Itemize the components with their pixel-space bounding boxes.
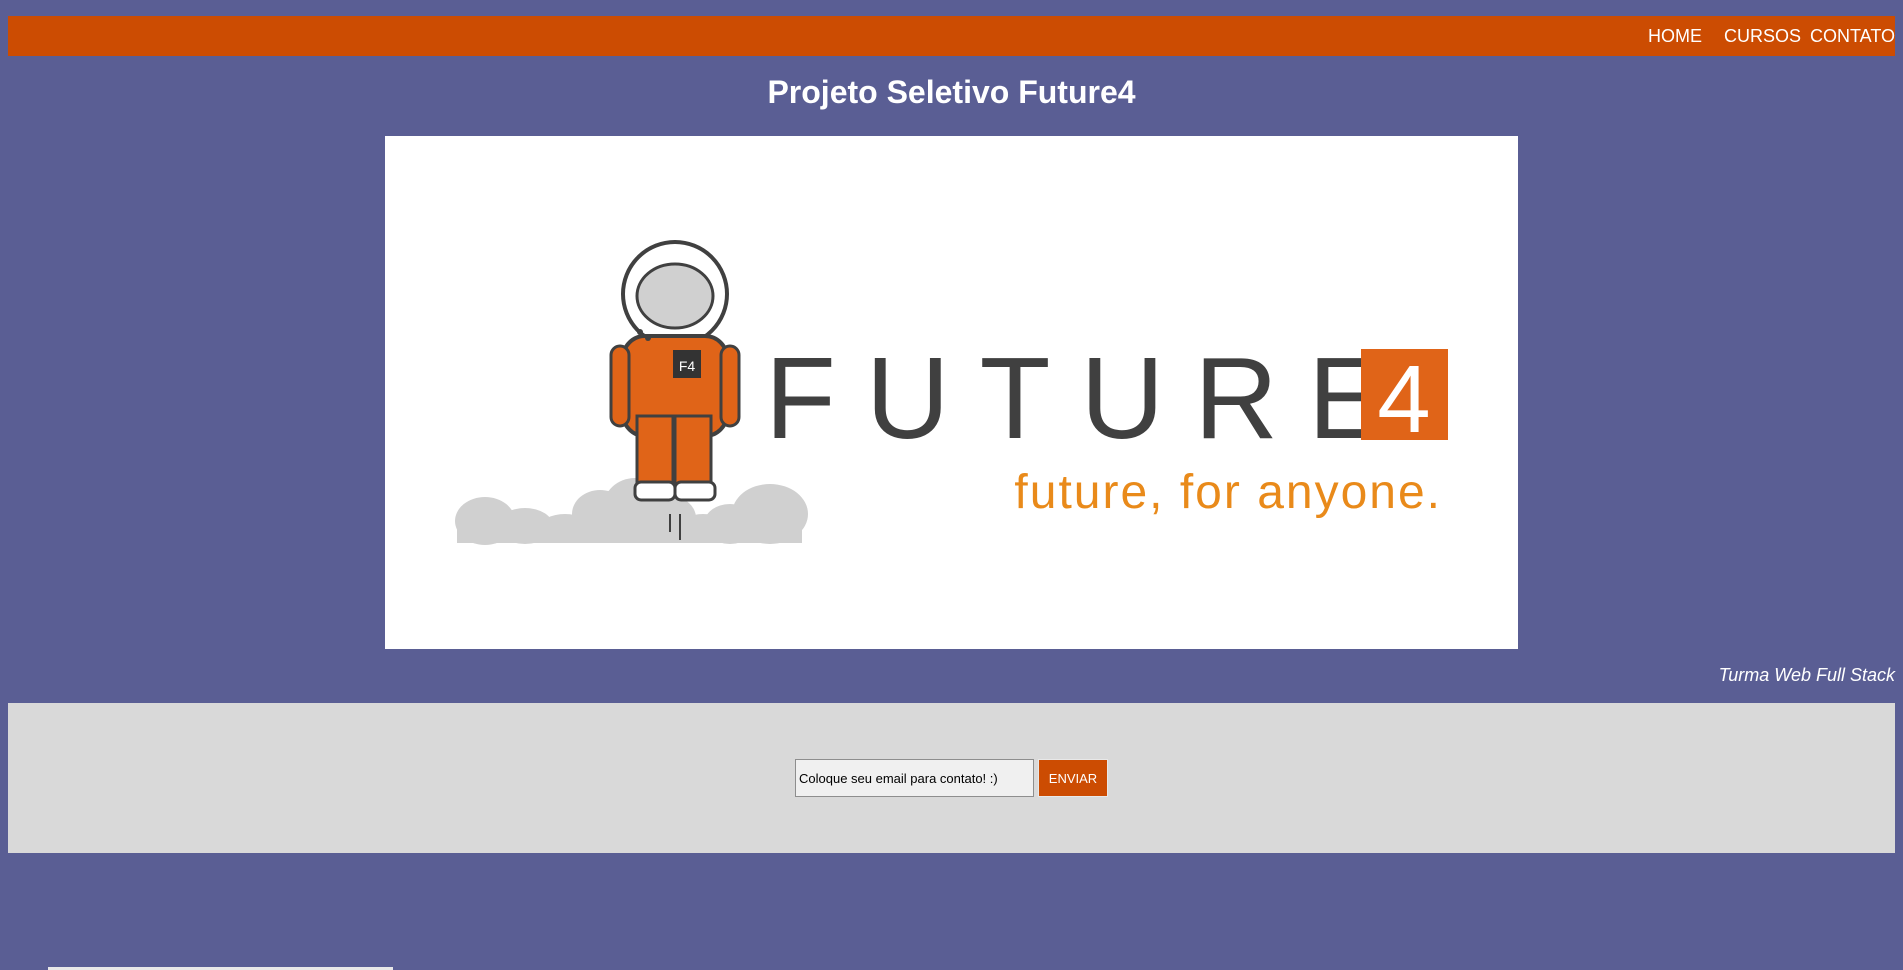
hero-logo-image: F4 FUTURE 4 future, for anyone.	[385, 136, 1518, 649]
nav-courses-link[interactable]: CURSOS	[1724, 16, 1801, 56]
top-navigation: HOME CURSOS CONTATO	[8, 16, 1895, 56]
send-button[interactable]: ENVIAR	[1038, 759, 1108, 797]
class-caption: Turma Web Full Stack	[1718, 665, 1895, 685]
future4-logo: F4 FUTURE 4 future, for anyone.	[455, 240, 1448, 545]
number-label: 4	[1377, 346, 1430, 453]
nav-contact-link[interactable]: CONTATO	[1810, 16, 1895, 56]
tagline-label: future, for anyone.	[1014, 466, 1442, 519]
email-input[interactable]	[795, 759, 1034, 797]
wordmark-label: FUTURE	[765, 333, 1415, 463]
badge-label: F4	[679, 358, 696, 374]
cloud-icon	[455, 478, 808, 545]
nav-home-link[interactable]: HOME	[1648, 16, 1702, 56]
page-title: Projeto Seletivo Future4	[767, 74, 1136, 110]
contact-panel: ENVIAR	[8, 703, 1895, 853]
